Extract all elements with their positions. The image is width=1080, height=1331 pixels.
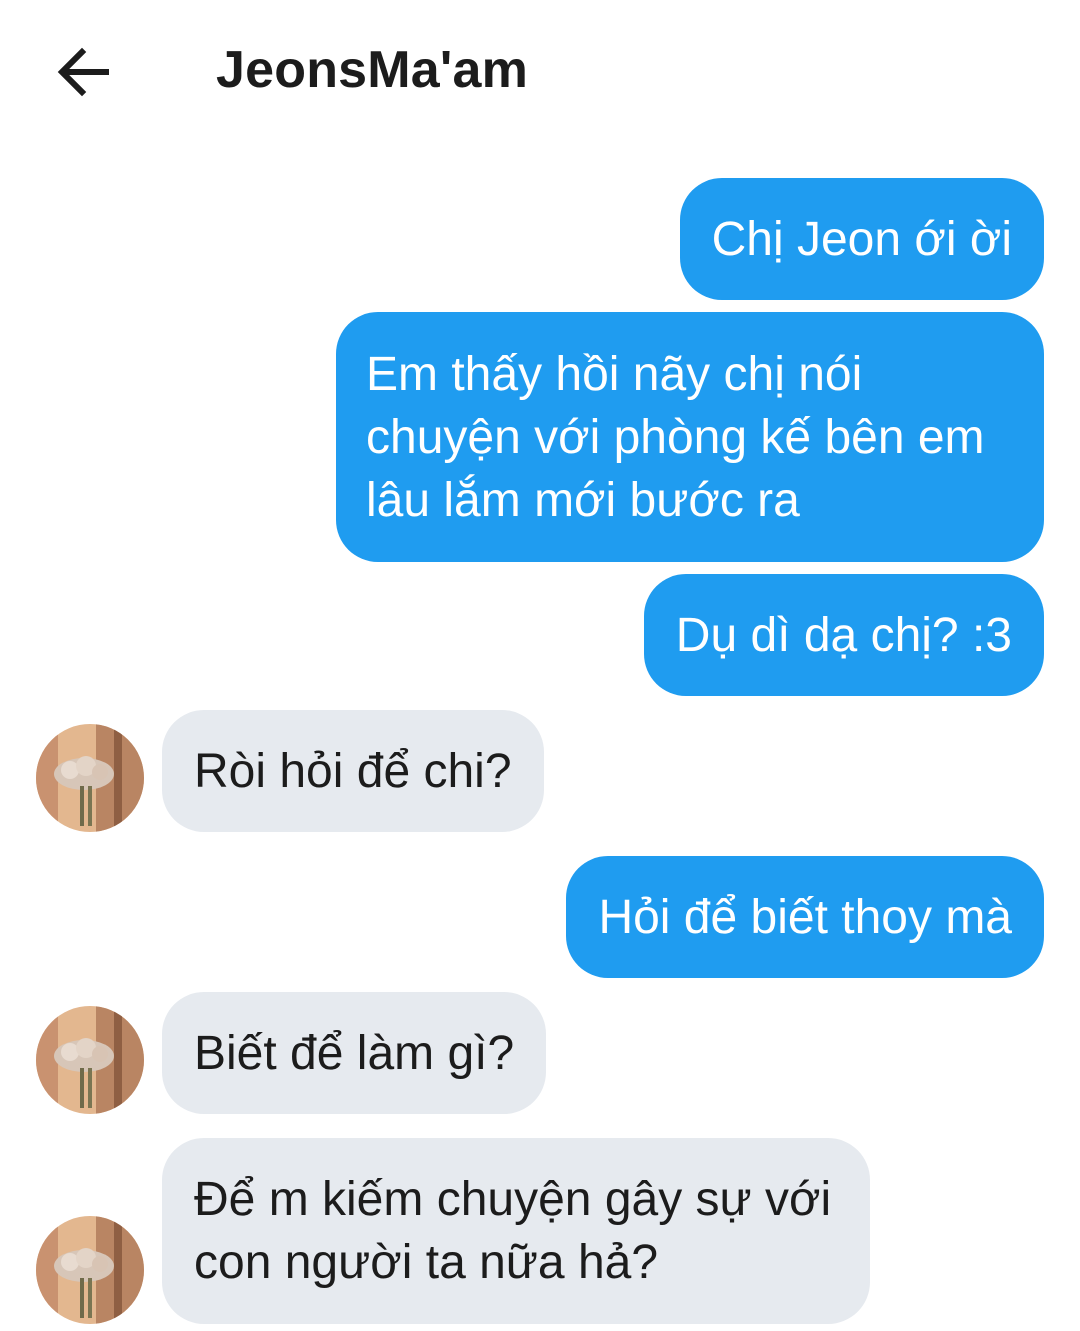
chat-header: JeonsMa'am: [0, 0, 1080, 140]
message-bubble-outgoing[interactable]: Dụ dì dạ chị? :3: [643, 574, 1044, 696]
message-bubble-outgoing[interactable]: Chị Jeon ới ời: [679, 178, 1044, 300]
message-text: Chị Jeon ới ời: [711, 212, 1012, 266]
conversation-title: JeonsMa'am: [216, 41, 529, 99]
contact-avatar[interactable]: [36, 1006, 144, 1114]
message-bubble-incoming[interactable]: Ròi hỏi để chi?: [162, 710, 544, 832]
flower-bouquet-avatar-icon: [36, 1006, 144, 1114]
message-text: Em thấy hồi nãy chị nói chuyện với phòng…: [366, 347, 985, 527]
message-bubble-incoming[interactable]: Biết để làm gì?: [162, 992, 547, 1114]
contact-avatar[interactable]: [36, 724, 144, 832]
message-bubble-outgoing[interactable]: Hỏi để biết thoy mà: [566, 856, 1044, 978]
message-bubble-incoming[interactable]: Để m kiếm chuyện gây sự với con người ta…: [162, 1138, 870, 1324]
message-text: Biết để làm gì?: [194, 1026, 515, 1080]
back-button[interactable]: [44, 32, 124, 112]
arrow-left-icon: [57, 47, 109, 97]
message-text: Để m kiếm chuyện gây sự với con người ta…: [194, 1173, 832, 1289]
flower-bouquet-avatar-icon: [36, 1216, 144, 1324]
message-text: Hỏi để biết thoy mà: [598, 890, 1012, 944]
message-bubble-outgoing[interactable]: Em thấy hồi nãy chị nói chuyện với phòng…: [336, 312, 1044, 562]
contact-avatar[interactable]: [36, 1216, 144, 1324]
flower-bouquet-avatar-icon: [36, 724, 144, 832]
message-text: Dụ dì dạ chị? :3: [675, 608, 1012, 662]
message-text: Ròi hỏi để chi?: [194, 744, 512, 798]
